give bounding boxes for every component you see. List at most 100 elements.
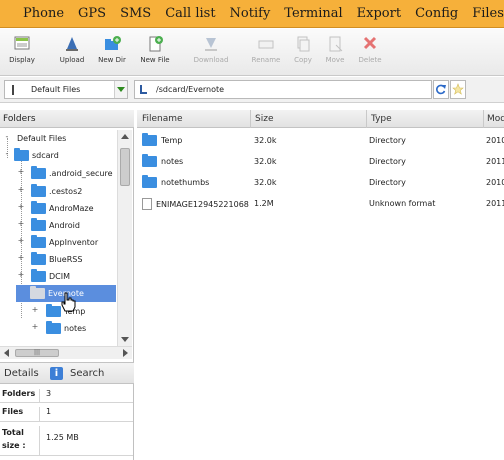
folder-icon [46, 304, 61, 317]
file-size: 32.0k [254, 136, 277, 145]
folder-icon [14, 148, 29, 161]
expand-toggle-icon[interactable]: + [17, 236, 25, 245]
menu-files[interactable]: Files [465, 0, 504, 28]
tree-vertical-scrollbar[interactable] [117, 130, 132, 346]
scroll-down-arrow-icon[interactable] [121, 337, 129, 342]
tree-node-dcim[interactable]: DCIM [31, 268, 70, 285]
tree-node-bluerss[interactable]: BlueRSS [31, 251, 82, 268]
folder-icon [31, 218, 46, 231]
folders-panel: Folders - Default Files - sdcard + .andr… [0, 110, 134, 460]
expand-toggle-icon[interactable]: + [17, 202, 25, 211]
tree-node-andromaze[interactable]: AndroMaze [31, 200, 94, 217]
address-row: Default Files /sdcard/Evernote [0, 77, 504, 103]
scrollbar-thumb[interactable]: ||| [15, 349, 59, 357]
details-tab-bar: Details i Search [0, 362, 134, 384]
dropdown-button[interactable] [114, 81, 127, 98]
tab-search[interactable]: Search [70, 368, 104, 379]
new-file-button[interactable]: New File [135, 35, 175, 64]
column-size[interactable]: Size [255, 114, 273, 124]
folder-icon [30, 286, 45, 299]
collapse-toggle-icon[interactable]: - [3, 149, 11, 158]
menu-call-list[interactable]: Call list [158, 0, 222, 28]
tab-details[interactable]: Details [4, 368, 39, 379]
column-type[interactable]: Type [371, 114, 392, 124]
file-type: Unknown format [369, 199, 436, 208]
menu-export[interactable]: Export [350, 0, 408, 28]
file-type: Directory [369, 178, 406, 187]
file-name: notes [161, 157, 184, 166]
file-modified: 2010 [486, 136, 504, 145]
tree-node-sdcard[interactable]: sdcard [14, 147, 59, 164]
new-folder-icon [105, 36, 121, 50]
path-value: /sdcard/Evernote [156, 85, 225, 94]
tree-node-notes[interactable]: notes [46, 320, 86, 337]
display-button[interactable]: Display [2, 35, 42, 64]
favorites-selected-value: Default Files [31, 85, 81, 94]
column-separator[interactable] [250, 110, 251, 128]
rename-label: Rename [251, 56, 281, 64]
delete-label: Delete [358, 56, 382, 64]
column-separator[interactable] [366, 110, 367, 128]
column-filename[interactable]: Filename [142, 114, 183, 124]
display-label: Display [9, 56, 35, 64]
tree-node-cestos2[interactable]: .cestos2 [31, 183, 82, 200]
file-row-notes[interactable]: notes 32.0k Directory 2011 [137, 151, 504, 172]
menu-notify[interactable]: Notify [223, 0, 278, 28]
tree-node-default-files[interactable]: Default Files [14, 130, 66, 147]
tree-node-android-secure[interactable]: .android_secure [31, 165, 113, 182]
bookmark-button[interactable] [450, 80, 466, 99]
menu-config[interactable]: Config [408, 0, 465, 28]
refresh-button[interactable] [433, 80, 449, 99]
folder-icon [31, 235, 46, 248]
download-label: Download [193, 56, 229, 64]
download-icon [205, 38, 217, 51]
tree-horizontal-scrollbar[interactable]: ||| [0, 346, 132, 359]
upload-button[interactable]: Upload [52, 35, 92, 64]
file-row-notethumbs[interactable]: notethumbs 32.0k Directory 2010 [137, 172, 504, 193]
column-separator[interactable] [483, 110, 484, 128]
column-modified[interactable]: Modified [487, 114, 504, 124]
menu-terminal[interactable]: Terminal [277, 0, 349, 28]
new-dir-button[interactable]: New Dir [92, 35, 132, 64]
download-button[interactable]: Download [191, 35, 231, 64]
folder-tree: - Default Files - sdcard + .android_secu… [0, 130, 117, 346]
rename-icon [258, 40, 274, 49]
scrollbar-thumb[interactable] [120, 148, 130, 186]
file-row-temp[interactable]: Temp 32.0k Directory 2010 [137, 130, 504, 151]
path-icon [140, 85, 147, 94]
expand-toggle-icon[interactable]: + [17, 270, 25, 279]
upload-icon [66, 37, 78, 51]
scroll-right-arrow-icon[interactable] [123, 349, 128, 357]
scroll-up-arrow-icon[interactable] [121, 134, 129, 139]
delete-button[interactable]: Delete [350, 35, 390, 64]
menu-gps[interactable]: GPS [71, 0, 113, 28]
details-row-total-size: Total size : 1.25 MB [0, 422, 133, 456]
display-icon [14, 36, 30, 50]
expand-toggle-icon[interactable]: + [17, 219, 25, 228]
file-row-enimage[interactable]: ENIMAGE12945221068 1.2M Unknown format 2… [137, 193, 504, 214]
collapse-toggle-icon[interactable]: - [3, 132, 11, 141]
file-name: ENIMAGE12945221068 [156, 199, 249, 209]
copy-icon [297, 36, 310, 52]
new-file-label: New File [140, 56, 170, 64]
scroll-left-arrow-icon[interactable] [4, 349, 9, 357]
details-table: Folders 3 Files 1 Total size : 1.25 MB [0, 385, 133, 456]
menu-sms[interactable]: SMS [113, 0, 158, 28]
info-icon: i [50, 367, 63, 380]
bookmark-star-icon [452, 83, 464, 95]
file-size: 32.0k [254, 157, 277, 166]
expand-toggle-icon[interactable]: + [17, 253, 25, 262]
favorites-dropdown[interactable]: Default Files [4, 80, 128, 99]
expand-toggle-icon[interactable]: + [17, 185, 25, 194]
expand-toggle-icon[interactable]: + [17, 167, 25, 176]
move-button[interactable]: Move [315, 35, 355, 64]
expand-toggle-icon[interactable]: + [31, 322, 39, 331]
details-row-folders: Folders 3 [0, 385, 133, 403]
menu-phone[interactable]: Phone [0, 0, 71, 28]
rename-button[interactable]: Rename [246, 35, 286, 64]
file-type: Directory [369, 136, 406, 145]
expand-toggle-icon[interactable]: + [31, 305, 39, 314]
tree-node-appinventor[interactable]: AppInventor [31, 234, 98, 251]
path-input[interactable]: /sdcard/Evernote [134, 80, 432, 99]
tree-node-android[interactable]: Android [31, 217, 80, 234]
